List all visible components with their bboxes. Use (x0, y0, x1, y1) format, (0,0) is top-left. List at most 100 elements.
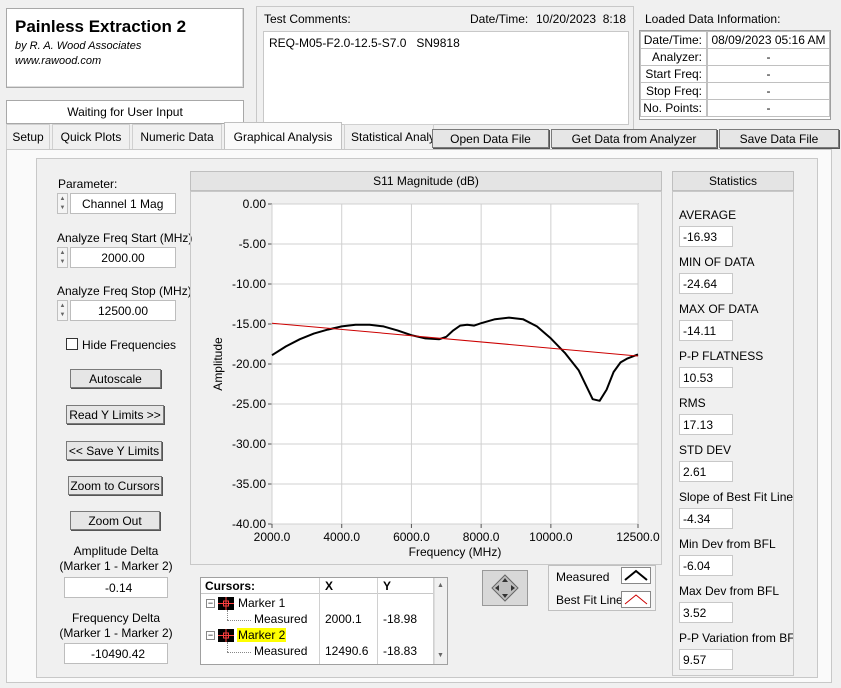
stat-value: -16.93 (679, 226, 733, 247)
loaded-title: Loaded Data Information: (645, 12, 781, 26)
stat-label: Max Dev from BFL (679, 584, 780, 598)
save-y-limits-button[interactable]: << Save Y Limits (66, 441, 162, 460)
cursor-scrollbar[interactable]: ▲ ▼ (434, 578, 447, 664)
amplitude-delta-subtitle: (Marker 1 - Marker 2) (59, 559, 173, 573)
stat-value: 17.13 (679, 414, 733, 435)
save-data-file-button[interactable]: Save Data File (719, 129, 839, 148)
x-tick-label: 2000.0 (254, 530, 291, 544)
stat-value: 2.61 (679, 461, 733, 482)
button-label: << Save Y Limits (68, 443, 160, 458)
amplitude-delta-title: Amplitude Delta (73, 544, 159, 558)
parameter-value: Channel 1 Mag (82, 196, 164, 211)
tab-label: Statistical Analy (351, 130, 434, 144)
read-y-limits-button[interactable]: Read Y Limits >> (66, 405, 164, 424)
get-data-from-analyzer-button[interactable]: Get Data from Analyzer (551, 129, 717, 148)
loaded-row-value: - (707, 65, 830, 83)
y-tick-label: -20.00 (232, 357, 266, 371)
zoom-to-cursors-button[interactable]: Zoom to Cursors (68, 476, 162, 495)
comments-textarea[interactable]: REQ-M05-F2.0-12.5-S7.0 SN9818 (263, 31, 629, 125)
marker1-trace-label: Measured (254, 612, 308, 626)
graph-pan-button[interactable] (482, 570, 528, 606)
open-data-file-button[interactable]: Open Data File (432, 129, 549, 148)
cursor-header-y: Y (383, 579, 392, 593)
freq-stop-label: Analyze Freq Stop (MHz) (57, 284, 192, 298)
amplitude-delta-value: -0.14 (64, 577, 168, 598)
legend-measured-label: Measured (556, 570, 610, 584)
comments-label: Test Comments: (264, 12, 351, 26)
tab-statistical-analysis[interactable]: Statistical Analy (344, 124, 434, 149)
autoscale-button[interactable]: Autoscale (70, 369, 161, 388)
cursor-table: Cursors: X Y ▲ ▼ − Marker 1 Measured 200… (200, 577, 448, 665)
tree-line (227, 610, 228, 620)
freq-stop-input[interactable]: 12500.00 (70, 300, 176, 321)
parameter-select[interactable]: Channel 1 Mag (70, 193, 176, 214)
stat-value: -6.04 (679, 555, 733, 576)
button-label: Read Y Limits >> (69, 407, 161, 422)
frequency-delta-text: -10490.42 (91, 646, 146, 661)
status-text: Waiting for User Input (67, 105, 183, 119)
move-cursor-icon (491, 574, 519, 602)
amplitude-delta-label: Amplitude Delta (Marker 1 - Marker 2) (46, 544, 186, 574)
s11-chart[interactable]: 0.00 -5.00 -10.00 -15.00 -20.00 -25.00 -30.00 -… (188, 190, 668, 570)
tab-numeric-data[interactable]: Numeric Data (132, 124, 222, 149)
freq-start-spinner[interactable]: ▲ ▼ (57, 247, 68, 268)
stat-value: -24.64 (679, 273, 733, 294)
y-axis-label: Amplitude (211, 337, 225, 391)
app-url: www.rawood.com (15, 55, 102, 67)
marker2-x: 12490.6 (325, 644, 369, 658)
frequency-delta-value: -10490.42 (64, 643, 168, 664)
zoom-out-button[interactable]: Zoom Out (70, 511, 160, 530)
scroll-down-icon[interactable]: ▼ (437, 652, 444, 659)
button-label: Save Data File (739, 131, 819, 146)
loaded-row-value: - (707, 48, 830, 66)
stat-label: STD DEV (679, 443, 732, 457)
y-tick-label: -30.00 (232, 437, 266, 451)
tree-line (227, 652, 251, 653)
stat-label: Slope of Best Fit Line (679, 490, 793, 504)
parameter-spinner[interactable]: ▲ ▼ (57, 193, 68, 214)
marker1-label[interactable]: Marker 1 (238, 596, 285, 610)
marker2-label[interactable]: Marker 2 (237, 628, 287, 642)
loaded-row-label: Date/Time: (640, 31, 707, 49)
chart-title: S11 Magnitude (dB) (373, 174, 479, 188)
scroll-up-icon[interactable]: ▲ (437, 582, 444, 589)
freq-start-input[interactable]: 2000.00 (70, 247, 176, 268)
cursor-header-x: X (325, 579, 334, 593)
cursor-col-divider-2 (377, 578, 378, 664)
loaded-info-table: Date/Time: 08/09/2023 05:16 AM Analyzer: - S… (639, 30, 831, 120)
frequency-delta-subtitle: (Marker 1 - Marker 2) (59, 626, 173, 640)
frequency-delta-label: Frequency Delta (Marker 1 - Marker 2) (46, 611, 186, 641)
marker1-x: 2000.1 (325, 612, 362, 626)
legend-bestfit-swatch[interactable] (621, 591, 651, 608)
chart-title-bar: S11 Magnitude (dB) (190, 171, 662, 191)
cursor-header-name: Cursors: (205, 579, 256, 593)
freq-stop-spinner[interactable]: ▲ ▼ (57, 300, 68, 321)
loaded-row-label: Start Freq: (640, 65, 707, 83)
loaded-row-value: - (707, 82, 830, 100)
y-tick-label: -40.00 (232, 517, 266, 531)
hide-frequencies-checkbox[interactable] (66, 338, 78, 350)
loaded-row-label: Stop Freq: (640, 82, 707, 100)
amplitude-delta-text: -0.14 (105, 580, 133, 595)
button-label: Get Data from Analyzer (571, 131, 697, 146)
marker2-y: -18.83 (383, 644, 418, 658)
legend-measured-swatch[interactable] (621, 567, 651, 584)
y-tick-label: 0.00 (243, 197, 267, 211)
y-tick-label: -35.00 (232, 477, 266, 491)
tab-label: Quick Plots (60, 130, 122, 144)
stat-value: 10.53 (679, 367, 733, 388)
tree-line (227, 642, 228, 652)
stat-label: MIN OF DATA (679, 255, 755, 269)
marker2-collapse-icon[interactable]: − (206, 631, 215, 640)
button-label: Zoom to Cursors (70, 478, 160, 493)
status-box: Waiting for User Input (6, 100, 244, 124)
marker1-collapse-icon[interactable]: − (206, 599, 215, 608)
statistics-title: Statistics (708, 174, 757, 188)
stat-value: -4.34 (679, 508, 733, 529)
x-axis-label: Frequency (MHz) (409, 545, 502, 559)
tab-graphical-analysis[interactable]: Graphical Analysis (224, 122, 342, 150)
tab-quick-plots[interactable]: Quick Plots (52, 124, 130, 149)
parameter-label: Parameter: (58, 177, 118, 191)
tab-setup[interactable]: Setup (6, 124, 50, 149)
marker1-y: -18.98 (383, 612, 418, 626)
